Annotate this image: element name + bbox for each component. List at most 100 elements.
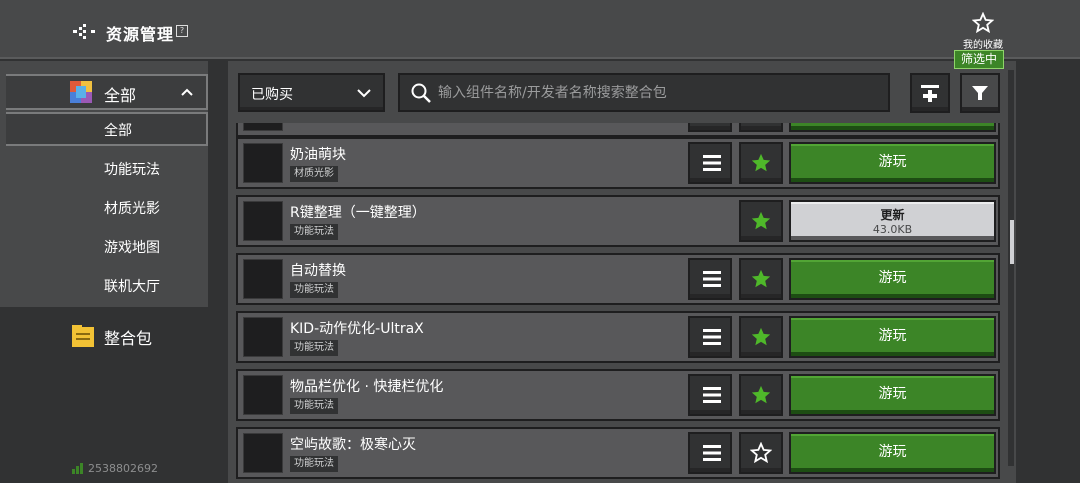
- modpack-label: 整合包: [104, 329, 153, 348]
- toolbar: 已购买: [228, 61, 1016, 123]
- menu-button[interactable]: [688, 374, 732, 416]
- favorite-button[interactable]: [739, 142, 783, 184]
- modpack-icon: [72, 325, 94, 347]
- list-item: R键整理（一键整理） 功能玩法 更新 43.0KB: [236, 195, 1000, 247]
- sidebar-item-lobby[interactable]: 联机大厅: [0, 268, 208, 302]
- update-button[interactable]: 更新 43.0KB: [789, 200, 996, 242]
- play-button[interactable]: 游玩: [789, 432, 996, 474]
- menu-button[interactable]: [688, 123, 732, 132]
- sidebar-item-maps[interactable]: 游戏地图: [0, 229, 208, 263]
- resource-tag: 功能玩法: [290, 398, 338, 414]
- sidebar-item-texture[interactable]: 材质光影: [0, 190, 208, 224]
- resource-thumbnail: [243, 123, 283, 131]
- sidebar: 全部 全部 功能玩法 材质光影 游戏地图 联机大厅 整合包 2538802692: [0, 61, 208, 483]
- category-all-label: 全部: [104, 86, 137, 105]
- resource-name: 自动替换: [290, 263, 346, 279]
- search-box[interactable]: [398, 73, 890, 112]
- favorite-button[interactable]: [739, 200, 783, 242]
- category-all-header[interactable]: 全部: [0, 74, 208, 110]
- list-menu-icon: [699, 271, 721, 287]
- update-size: 43.0KB: [872, 223, 913, 236]
- resource-tag: 功能玩法: [290, 282, 338, 298]
- favorite-button[interactable]: [739, 316, 783, 358]
- list-item: KID-动作优化-UltraX 功能玩法 游玩: [236, 311, 1000, 363]
- resource-name: 空屿故歌：极寒心灭: [290, 437, 416, 453]
- favorites-button[interactable]: 我的收藏: [955, 12, 1011, 52]
- star-filled-icon: [751, 269, 771, 288]
- resource-list: 奶油萌块 材质光影 游玩 R键整理（一键整理） 功能玩法 更新 43.0KB 自…: [236, 123, 1004, 483]
- filter-button[interactable]: [960, 73, 1000, 113]
- list-item: 自动替换 功能玩法 游玩: [236, 253, 1000, 305]
- filter-icon: [972, 86, 988, 100]
- star-filled-icon: [751, 327, 771, 346]
- resource-tag: 功能玩法: [290, 456, 338, 472]
- user-id-text: 2538802692: [88, 462, 158, 475]
- left-edge-handle: [0, 63, 6, 158]
- favorite-button[interactable]: [739, 374, 783, 416]
- scrollbar-track[interactable]: [1008, 70, 1014, 466]
- search-input[interactable]: [438, 83, 878, 103]
- resource-tag: 功能玩法: [290, 224, 338, 240]
- top-bar: 资源管理 ? 我的收藏: [0, 0, 1080, 59]
- search-icon: [411, 83, 431, 103]
- favorites-label: 我的收藏: [963, 40, 1003, 51]
- filter-active-badge: 筛选中: [954, 50, 1005, 69]
- chevron-up-icon: [181, 88, 193, 96]
- star-filled-icon: [751, 153, 771, 172]
- sidebar-item-gameplay[interactable]: 功能玩法: [0, 151, 208, 185]
- scrollbar-thumb[interactable]: [1010, 220, 1014, 264]
- resource-thumbnail: [243, 259, 283, 299]
- list-menu-icon: [699, 155, 721, 171]
- sidebar-item-modpack[interactable]: 整合包: [0, 319, 208, 355]
- signal-icon: [72, 463, 83, 474]
- menu-button[interactable]: [688, 142, 732, 184]
- menu-button[interactable]: [688, 258, 732, 300]
- chevron-down-icon: [357, 89, 371, 98]
- play-button[interactable]: 游玩: [789, 258, 996, 300]
- resource-thumbnail: [243, 201, 283, 241]
- play-button[interactable]: [789, 123, 996, 132]
- list-item: [236, 123, 1000, 137]
- all-resources-icon: [70, 81, 92, 103]
- play-button[interactable]: 游玩: [789, 142, 996, 184]
- category-panel: 全部 全部 功能玩法 材质光影 游戏地图 联机大厅: [0, 61, 208, 307]
- favorite-button[interactable]: [739, 258, 783, 300]
- resource-thumbnail: [243, 317, 283, 357]
- play-button[interactable]: 游玩: [789, 316, 996, 358]
- resource-name: KID-动作优化-UltraX: [290, 321, 424, 337]
- resource-name: 物品栏优化 · 快捷栏优化: [290, 379, 444, 395]
- resource-tag: 功能玩法: [290, 340, 338, 356]
- star-outline-icon: [750, 442, 772, 464]
- star-outline-icon: [972, 12, 994, 34]
- list-item: 奶油萌块 材质光影 游玩: [236, 137, 1000, 189]
- app-window: 资源管理 ? 我的收藏 全部 全部 功能玩法 材质光影 游戏地图 联机大厅 整合…: [0, 0, 1080, 483]
- purchase-filter-dropdown[interactable]: 已购买: [238, 73, 385, 112]
- back-button[interactable]: [72, 18, 98, 44]
- back-arrow-icon: [73, 24, 95, 39]
- dropdown-value: 已购买: [251, 87, 293, 103]
- list-item: 空屿故歌：极寒心灭 功能玩法 游玩: [236, 427, 1000, 479]
- favorite-button[interactable]: [739, 432, 783, 474]
- update-label: 更新: [880, 208, 905, 222]
- menu-button[interactable]: [688, 316, 732, 358]
- resource-thumbnail: [243, 433, 283, 473]
- resource-list-panel: 已购买 输入组件名称/开发者名称搜索整合包 奶油萌块 材质光影 游玩 R键整理（…: [228, 61, 1016, 483]
- resource-thumbnail: [243, 375, 283, 415]
- user-id: 2538802692: [72, 462, 158, 475]
- favorite-button[interactable]: [739, 123, 783, 132]
- resource-thumbnail: [243, 143, 283, 183]
- sidebar-item-all[interactable]: 全部: [0, 112, 208, 146]
- resource-tag: 材质光影: [290, 166, 338, 182]
- resource-name: 奶油萌块: [290, 147, 346, 163]
- list-item: 物品栏优化 · 快捷栏优化 功能玩法 游玩: [236, 369, 1000, 421]
- menu-button[interactable]: [688, 432, 732, 474]
- resource-name: R键整理（一键整理）: [290, 205, 426, 221]
- pin-top-icon: [921, 85, 939, 102]
- page-title: 资源管理: [106, 25, 175, 44]
- list-menu-icon: [699, 387, 721, 403]
- star-filled-icon: [751, 211, 771, 230]
- play-button[interactable]: 游玩: [789, 374, 996, 416]
- list-menu-icon: [699, 329, 721, 345]
- help-icon[interactable]: ?: [176, 25, 188, 37]
- pin-top-button[interactable]: [910, 73, 950, 113]
